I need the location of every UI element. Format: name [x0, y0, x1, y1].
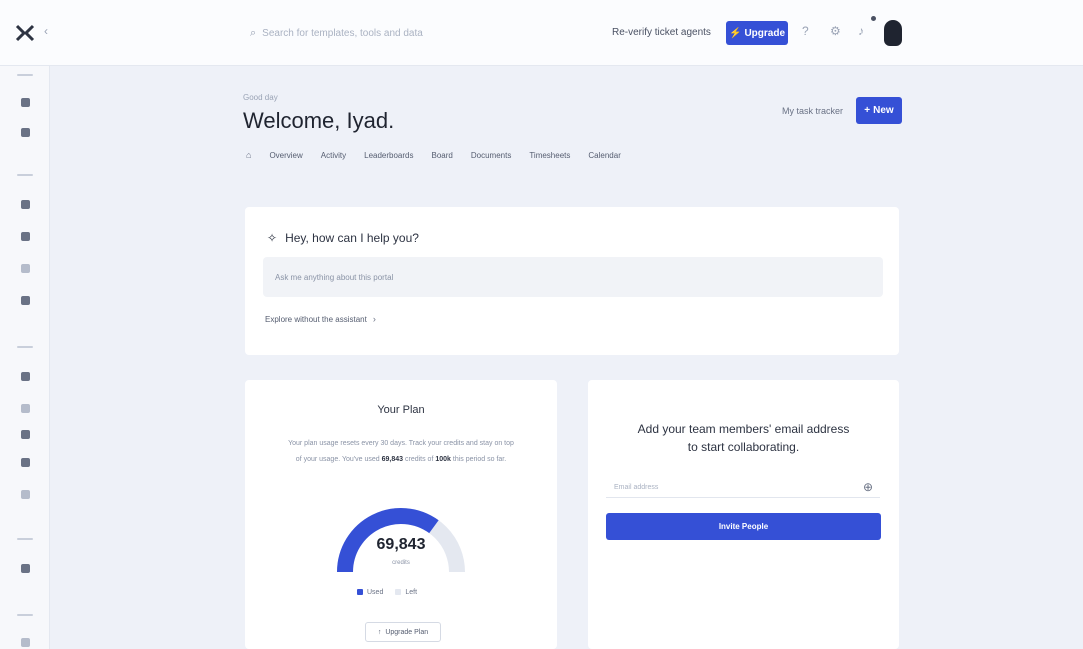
sidebar-section-divider: [17, 538, 33, 540]
tab-calendar[interactable]: Calendar: [588, 151, 620, 160]
invite-card: Add your team members' email address to …: [588, 380, 899, 649]
sidebar-section-divider: [17, 614, 33, 616]
email-placeholder: Email address: [614, 484, 659, 491]
legend-used-label: Used: [367, 589, 384, 596]
notification-dot: [871, 16, 876, 21]
tab-documents[interactable]: Documents: [471, 151, 511, 160]
assistant-title: ✧ Hey, how can I help you?: [267, 231, 419, 245]
sparkle-icon: ✧: [267, 231, 278, 245]
list-icon[interactable]: [21, 264, 30, 273]
sidebar-section-divider: [17, 174, 33, 176]
tab-overview[interactable]: Overview: [269, 151, 302, 160]
gauge-legend: Used Left: [357, 589, 417, 596]
legend-left-swatch: [395, 589, 402, 596]
upgrade-plan-button[interactable]: ↑ Upgrade Plan: [365, 622, 441, 642]
settings-icon[interactable]: ⚙: [830, 24, 841, 38]
plan-desc-mid: credits of: [404, 456, 434, 463]
user-icon[interactable]: [21, 430, 30, 439]
plus-icon: +: [864, 105, 871, 116]
chevron-right-icon: ›: [372, 314, 376, 324]
calendar-icon[interactable]: [21, 296, 30, 305]
arrow-up-icon: ↑: [377, 628, 382, 636]
home-icon[interactable]: [21, 98, 30, 107]
gauge-unit: credits: [392, 560, 410, 566]
page-title: Welcome, Iyad.: [243, 108, 395, 133]
explore-link-text: Explore without the assistant: [265, 314, 367, 324]
plan-desc-pre: of your usage. You've used: [295, 456, 380, 463]
user-avatar[interactable]: [884, 20, 902, 46]
email-field[interactable]: Email address: [606, 478, 880, 498]
sidebar-section-divider: [17, 346, 33, 348]
search-icon: ⌕: [250, 26, 257, 39]
doc-icon[interactable]: [21, 232, 30, 241]
plan-title: Your Plan: [377, 404, 425, 416]
tab-timesheets[interactable]: Timesheets: [529, 151, 570, 160]
tab-bar: ⌂ Overview Activity Leaderboards Board D…: [246, 150, 639, 160]
bell-icon[interactable]: ♪: [858, 24, 864, 38]
legend-left-label: Left: [405, 589, 418, 596]
settings-icon[interactable]: [21, 564, 30, 573]
help-icon[interactable]: ?: [802, 24, 809, 38]
inbox-icon[interactable]: [21, 128, 30, 137]
search-placeholder: Search for templates, tools and data: [262, 27, 423, 39]
gauge-value: 69,843: [376, 536, 426, 553]
add-email-icon[interactable]: ⊕: [863, 480, 873, 494]
grid-icon[interactable]: [21, 200, 30, 209]
search-bar[interactable]: ⌕ Search for templates, tools and data: [250, 22, 480, 44]
tab-board[interactable]: Board: [432, 151, 453, 160]
plan-card: Your Plan Your plan usage resets every 3…: [245, 380, 557, 649]
bolt-icon: ⚡: [728, 27, 742, 39]
folder-icon[interactable]: [21, 404, 30, 413]
plan-description-line1: Your plan usage resets every 30 days. Tr…: [288, 440, 514, 447]
plan-desc-used: 69,843: [381, 456, 404, 463]
sidebar-section-divider: [17, 74, 33, 76]
tab-leaderboards[interactable]: Leaderboards: [364, 151, 413, 160]
sidebar-toggle-icon[interactable]: ‹: [44, 24, 48, 38]
assistant-card: ✧ Hey, how can I help you? Ask me anythi…: [245, 207, 899, 355]
invite-button[interactable]: Invite People: [606, 513, 881, 540]
invite-title-line1: Add your team members' email address: [637, 422, 850, 436]
assistant-input-placeholder: Ask me anything about this portal: [275, 272, 394, 282]
upgrade-plan-label: Upgrade Plan: [385, 628, 429, 636]
help-icon[interactable]: [21, 638, 30, 647]
upgrade-label: Upgrade: [744, 27, 785, 39]
plan-desc-post: this period so far.: [452, 456, 507, 463]
upgrade-button[interactable]: ⚡ Upgrade: [726, 21, 788, 45]
app-logo[interactable]: [14, 22, 36, 44]
top-bar: ‹ ⌕ Search for templates, tools and data…: [0, 0, 1083, 66]
tab-home-icon[interactable]: ⌂: [246, 150, 251, 160]
assistant-title-text: Hey, how can I help you?: [285, 231, 419, 245]
explore-link[interactable]: Explore without the assistant ›: [265, 314, 376, 324]
tag-icon[interactable]: [21, 458, 30, 467]
legend-used: Used: [357, 589, 383, 596]
new-button[interactable]: + New: [856, 97, 902, 124]
new-label: New: [873, 105, 894, 116]
task-tracker-link[interactable]: My task tracker: [782, 106, 843, 116]
assistant-input[interactable]: Ask me anything about this portal: [263, 257, 883, 297]
tab-activity[interactable]: Activity: [321, 151, 346, 160]
greeting-label: Good day: [243, 93, 278, 102]
legend-used-swatch: [357, 589, 363, 596]
sidebar: [0, 66, 50, 649]
star-icon[interactable]: [21, 490, 30, 499]
agents-link[interactable]: Re-verify ticket agents: [612, 27, 711, 38]
plan-description-line2: of your usage. You've used 69,843 credit…: [261, 456, 541, 463]
plan-desc-total: 100k: [435, 456, 451, 463]
legend-left: Left: [395, 589, 417, 596]
chart-icon[interactable]: [21, 372, 30, 381]
invite-title-line2: to start collaborating.: [687, 440, 800, 454]
